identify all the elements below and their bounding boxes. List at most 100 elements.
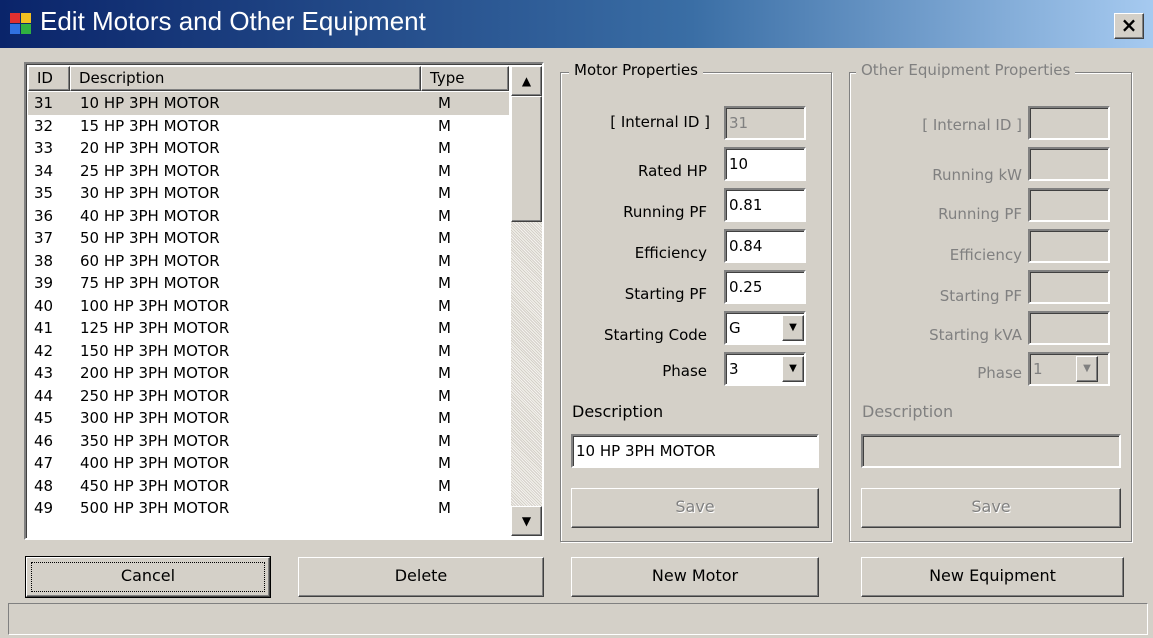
equip-running-pf-field [1028,188,1110,222]
table-row[interactable]: 38 60 HP 3PH MOTOR M [28,250,509,273]
cell-desc: 150 HP 3PH MOTOR [80,341,230,360]
cell-id: 36 [34,206,54,225]
vertical-scrollbar[interactable]: ▲ ▼ [511,66,542,536]
table-row[interactable]: 36 40 HP 3PH MOTOR M [28,205,509,228]
column-header-id[interactable]: ID [28,66,70,91]
new-equipment-label: New Equipment [929,566,1056,585]
efficiency-field[interactable]: 0.84 [724,229,806,263]
rated-hp-label: Rated HP [637,162,707,180]
cell-type: M [438,386,451,405]
motor-save-button[interactable]: Save [571,488,819,528]
column-header-description[interactable]: Description [70,66,421,91]
cell-id: 40 [34,296,54,315]
table-row[interactable]: 46 350 HP 3PH MOTOR M [28,430,509,453]
table-row[interactable]: 33 20 HP 3PH MOTOR M [28,137,509,160]
close-button[interactable]: × [1114,13,1144,39]
motor-properties-group: Motor Properties [560,61,832,542]
app-icon [10,13,32,35]
table-row[interactable]: 48 450 HP 3PH MOTOR M [28,475,509,498]
table-row[interactable]: 31 10 HP 3PH MOTOR M [28,92,509,115]
new-motor-button[interactable]: New Motor [571,557,819,597]
cell-desc: 200 HP 3PH MOTOR [80,364,230,382]
cell-desc: 250 HP 3PH MOTOR [80,386,230,405]
chevron-down-icon: ▼ [789,363,797,374]
cell-desc: 125 HP 3PH MOTOR [80,319,230,337]
cell-type: M [438,184,451,202]
cell-type: M [438,454,451,472]
table-row[interactable]: 40 100 HP 3PH MOTOR M [28,295,509,318]
delete-button[interactable]: Delete [298,557,544,597]
motor-phase-label: Phase [662,362,707,380]
cell-desc: 50 HP 3PH MOTOR [80,229,220,247]
cell-desc: 20 HP 3PH MOTOR [80,139,220,157]
table-row[interactable]: 45 300 HP 3PH MOTOR M [28,407,509,430]
running-pf-field[interactable]: 0.81 [724,188,806,222]
table-row[interactable]: 44 250 HP 3PH MOTOR M [28,385,509,408]
chevron-down-icon: ▼ [1083,363,1091,374]
scroll-thumb[interactable] [511,96,542,222]
cell-id: 38 [34,251,54,270]
cell-id: 49 [34,499,54,517]
rated-hp-field[interactable]: 10 [724,147,806,181]
starting-code-dropdown-button[interactable]: ▼ [782,315,804,341]
new-motor-label: New Motor [651,566,739,585]
cell-id: 35 [34,184,54,202]
cell-type: M [438,116,451,135]
table-row[interactable]: 42 150 HP 3PH MOTOR M [28,340,509,363]
cell-desc: 500 HP 3PH MOTOR [80,499,230,517]
cell-id: 44 [34,386,54,405]
cell-type: M [438,319,451,337]
cell-desc: 350 HP 3PH MOTOR [80,431,230,450]
equip-efficiency-label: Efficiency [949,246,1022,264]
arrow-down-icon: ▼ [521,514,532,528]
motor-phase-dropdown-button[interactable]: ▼ [782,356,804,382]
table-row[interactable]: 32 15 HP 3PH MOTOR M [28,115,509,138]
arrow-up-icon: ▲ [521,74,532,88]
equip-starting-pf-field [1028,270,1110,304]
table-row[interactable]: 39 75 HP 3PH MOTOR M [28,272,509,295]
cell-type: M [438,409,451,427]
equipment-list[interactable]: ID Description Type 31 10 HP 3PH MOTOR M 32… [24,62,544,540]
cell-type: M [438,161,451,180]
table-row[interactable]: 37 50 HP 3PH MOTOR M [28,227,509,250]
cancel-label: Cancel [120,566,176,585]
cell-desc: 40 HP 3PH MOTOR [80,206,220,225]
table-row[interactable]: 47 400 HP 3PH MOTOR M [28,452,509,475]
table-row[interactable]: 41 125 HP 3PH MOTOR M [28,317,509,340]
table-row[interactable]: 43 200 HP 3PH MOTOR M [28,362,509,385]
cell-type: M [438,139,451,157]
cell-type: M [438,251,451,270]
cell-type: M [438,341,451,360]
close-icon: × [1120,13,1138,37]
cell-id: 46 [34,431,54,450]
column-header-type[interactable]: Type [421,66,509,91]
table-row[interactable]: 34 25 HP 3PH MOTOR M [28,160,509,183]
cell-id: 39 [34,274,54,292]
cell-type: M [438,206,451,225]
cell-type: M [438,229,451,247]
equip-description-label: Description [862,402,954,421]
cell-id: 45 [34,409,54,427]
new-equipment-button[interactable]: New Equipment [861,557,1124,597]
delete-label: Delete [394,566,448,585]
starting-pf-field[interactable]: 0.25 [724,270,806,304]
table-row[interactable]: 35 30 HP 3PH MOTOR M [28,182,509,205]
cell-type: M [438,476,451,495]
cell-desc: 450 HP 3PH MOTOR [80,476,230,495]
cell-id: 41 [34,319,54,337]
table-row[interactable]: 49 500 HP 3PH MOTOR M [28,497,509,520]
motor-description-field[interactable]: 10 HP 3PH MOTOR [571,434,819,468]
cell-id: 31 [34,94,54,112]
cell-desc: 100 HP 3PH MOTOR [80,296,230,315]
scroll-up-button[interactable]: ▲ [511,66,542,96]
cell-type: M [438,364,451,382]
cell-desc: 400 HP 3PH MOTOR [80,454,230,472]
cell-type: M [438,431,451,450]
cancel-button[interactable]: Cancel [25,556,271,598]
equip-internal-id-label: [ Internal ID ] [922,116,1022,134]
equip-efficiency-field [1028,229,1110,263]
scroll-down-button[interactable]: ▼ [511,506,542,536]
efficiency-label: Efficiency [634,244,707,262]
equip-internal-id-field [1028,106,1110,140]
running-kw-field [1028,147,1110,181]
